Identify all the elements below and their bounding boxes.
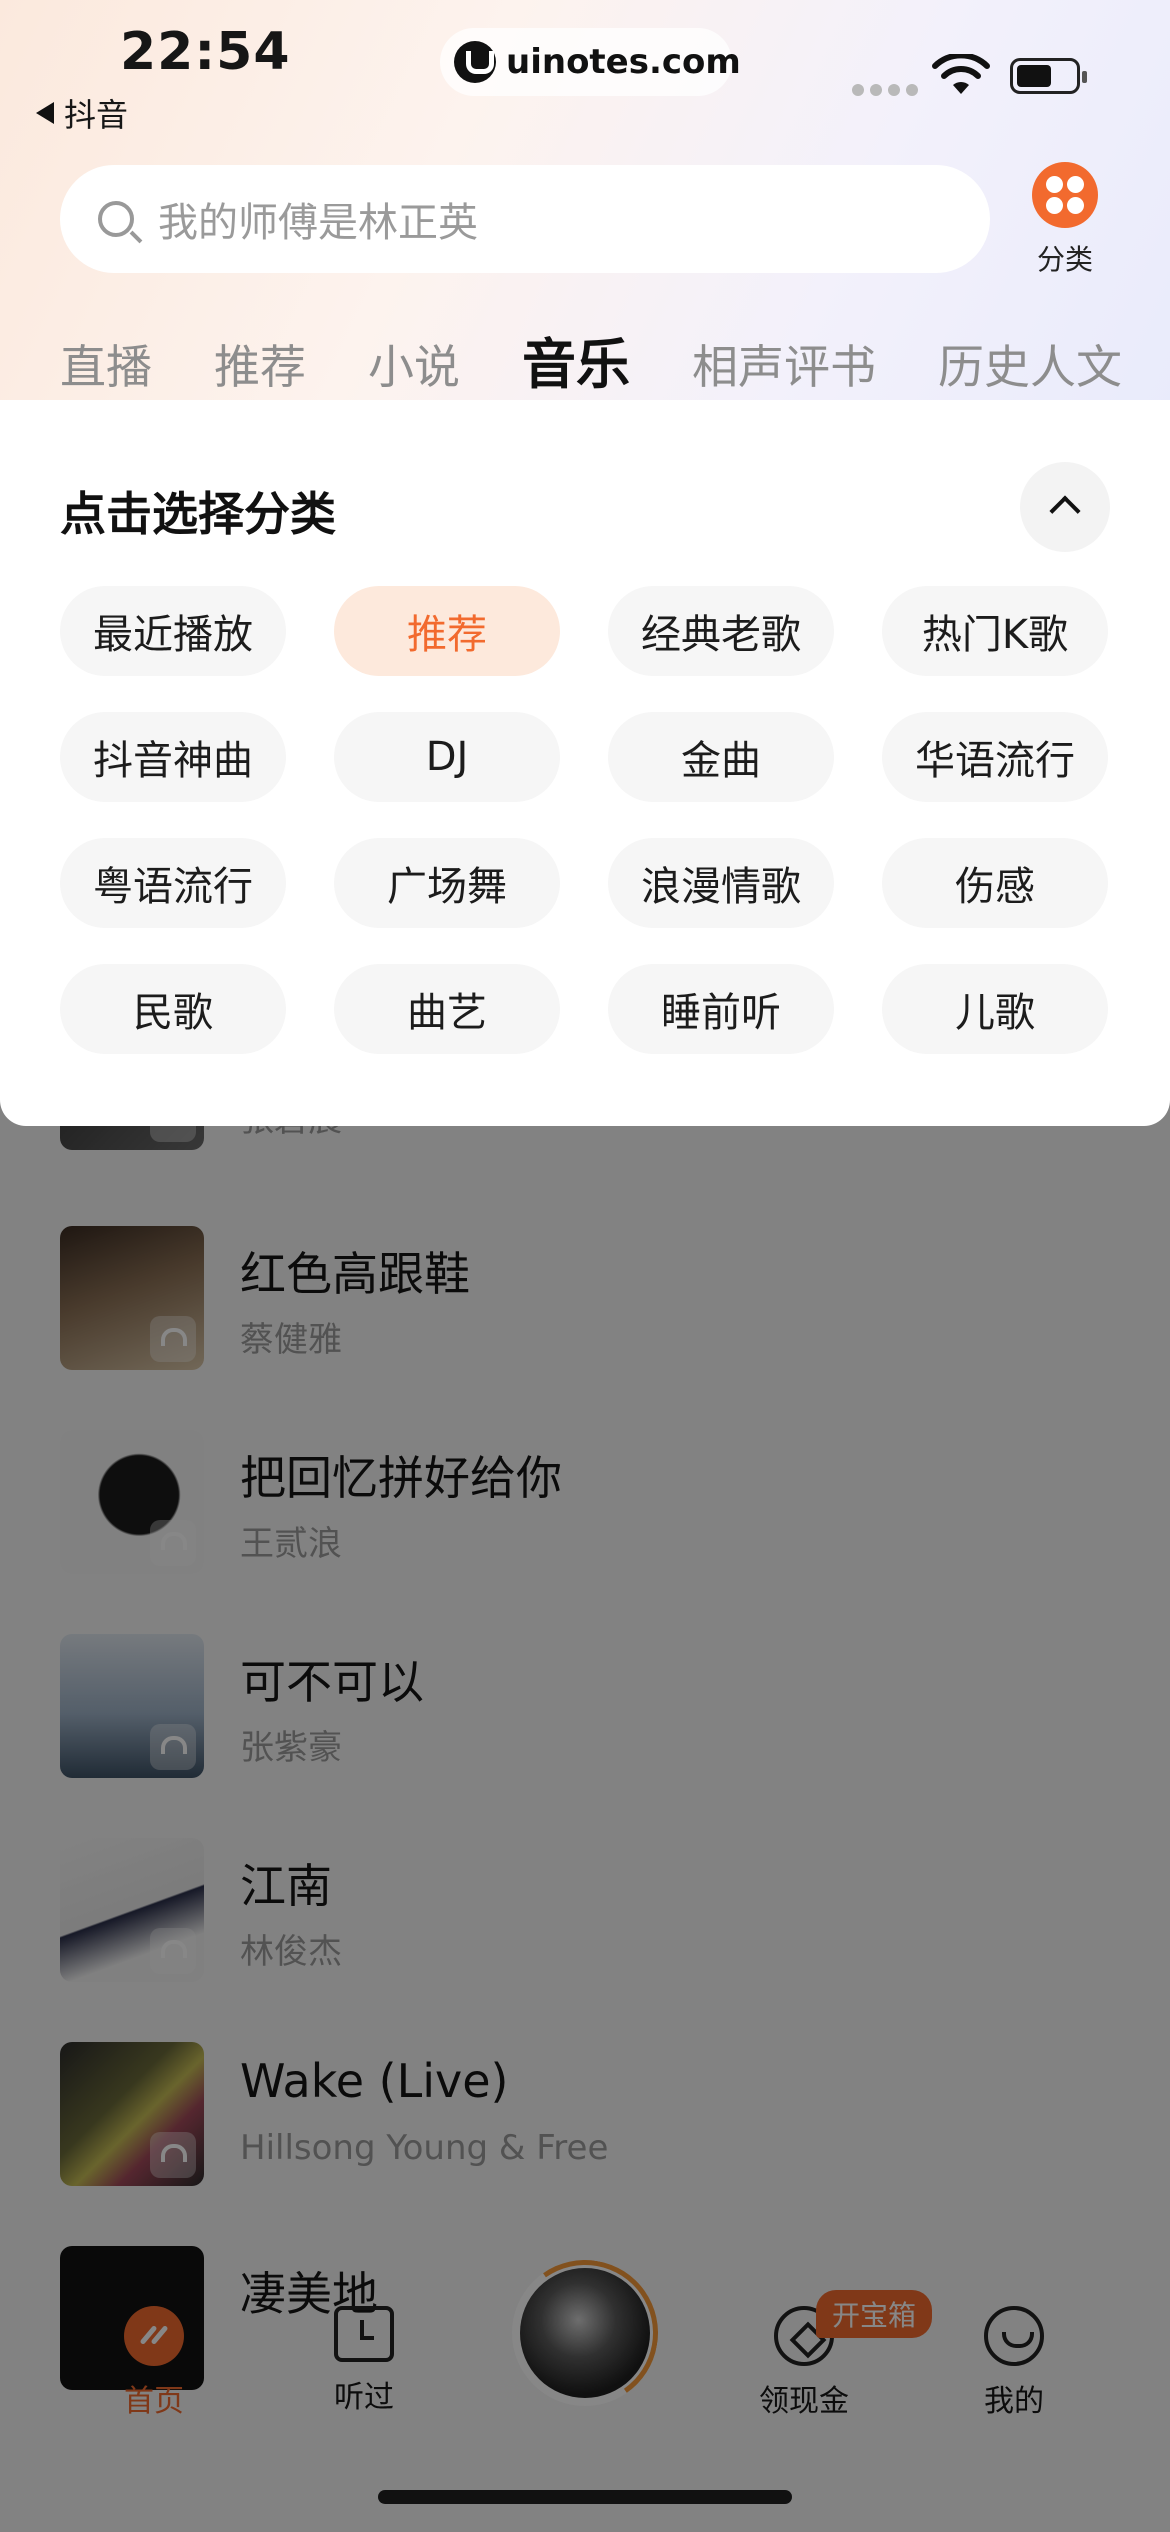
home-indicator xyxy=(378,2490,792,2504)
category-label: 分类 xyxy=(1036,243,1093,276)
url-pill: uinotes.com xyxy=(440,28,741,96)
chip-douyin-hits[interactable]: 抖音神曲 xyxy=(60,712,286,802)
url-text: uinotes.com xyxy=(506,42,741,82)
battery-icon xyxy=(1010,58,1087,94)
search-icon xyxy=(98,201,134,237)
chip-sad[interactable]: 伤感 xyxy=(882,838,1108,928)
category-button[interactable]: 分类 xyxy=(1022,162,1108,278)
chip-karaoke[interactable]: 热门K歌 xyxy=(882,586,1108,676)
chip-cantopop[interactable]: 粤语流行 xyxy=(60,838,286,928)
tab-recommend[interactable]: 推荐 xyxy=(214,331,306,397)
chip-quyi[interactable]: 曲艺 xyxy=(334,964,560,1054)
grid-dots-icon xyxy=(1032,162,1098,228)
cellular-signal-icon xyxy=(852,84,918,96)
tab-live[interactable]: 直播 xyxy=(60,331,152,397)
status-time: 22:54 xyxy=(120,22,291,82)
chip-square-dance[interactable]: 广场舞 xyxy=(334,838,560,928)
tab-crosstalk[interactable]: 相声评书 xyxy=(692,331,876,397)
chip-love-songs[interactable]: 浪漫情歌 xyxy=(608,838,834,928)
app-screen: 22:54 抖音 uinotes.com 我的师傅是林正英 分类 直播 推荐 小… xyxy=(0,0,1170,2532)
back-triangle-icon xyxy=(36,102,54,124)
category-chips: 最近播放 推荐 经典老歌 热门K歌 抖音神曲 DJ 金曲 华语流行 粤语流行 广… xyxy=(60,586,1110,1054)
chip-mandopop[interactable]: 华语流行 xyxy=(882,712,1108,802)
category-panel: 点击选择分类 最近播放 推荐 经典老歌 热门K歌 抖音神曲 DJ 金曲 华语流行… xyxy=(0,400,1170,1126)
collapse-button[interactable] xyxy=(1020,462,1110,552)
chip-golden[interactable]: 金曲 xyxy=(608,712,834,802)
chip-dj[interactable]: DJ xyxy=(334,712,560,802)
search-placeholder: 我的师傅是林正英 xyxy=(158,200,478,246)
chip-recommend[interactable]: 推荐 xyxy=(334,586,560,676)
chip-classic[interactable]: 经典老歌 xyxy=(608,586,834,676)
wifi-icon xyxy=(932,54,990,94)
chip-bedtime[interactable]: 睡前听 xyxy=(608,964,834,1054)
chip-folk[interactable]: 民歌 xyxy=(60,964,286,1054)
tab-music[interactable]: 音乐 xyxy=(522,320,630,441)
panel-title: 点击选择分类 xyxy=(60,487,336,541)
chip-kids[interactable]: 儿歌 xyxy=(882,964,1108,1054)
tab-novel[interactable]: 小说 xyxy=(368,331,460,397)
search-bar[interactable]: 我的师傅是林正英 xyxy=(60,165,990,273)
channel-tabs: 直播 推荐 小说 音乐 相声评书 历史人文 xyxy=(60,320,1170,441)
back-to-app-button[interactable]: 抖音 xyxy=(36,90,128,136)
back-app-label: 抖音 xyxy=(64,96,129,134)
site-logo-icon xyxy=(454,41,496,83)
chip-recent[interactable]: 最近播放 xyxy=(60,586,286,676)
tab-history[interactable]: 历史人文 xyxy=(938,331,1122,397)
